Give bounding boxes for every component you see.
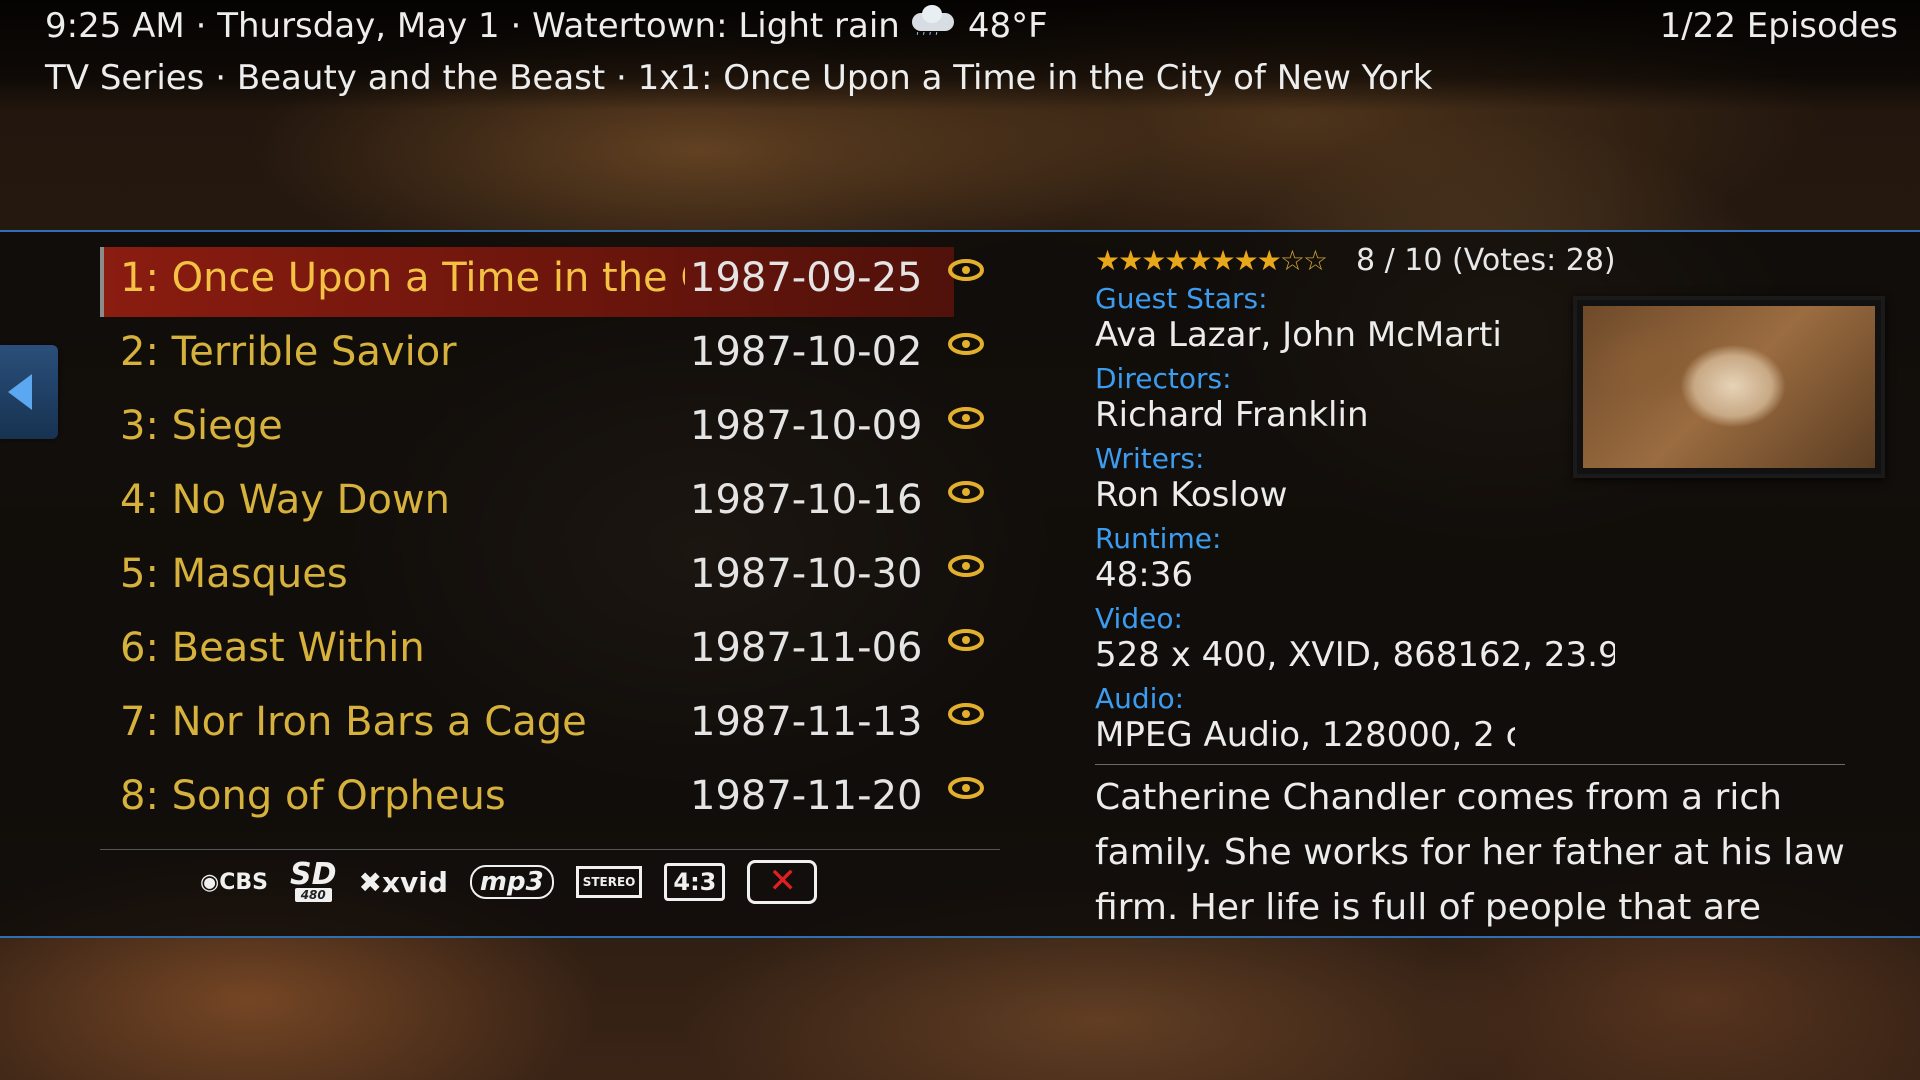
episode-thumbnail bbox=[1573, 296, 1885, 478]
rating-stars-icon: ★★★★★★★★☆☆ bbox=[1095, 244, 1328, 277]
episode-row-2[interactable]: 2: Terrible Savior 1987-10-02 bbox=[100, 319, 1000, 393]
episode-date: 1987-11-06 bbox=[690, 625, 923, 671]
no-subtitles-icon bbox=[747, 860, 818, 904]
episode-title: 8: Song of Orpheus bbox=[120, 773, 506, 819]
watched-eye-icon bbox=[948, 629, 984, 651]
video-codec-flag: ✖xvid bbox=[358, 865, 448, 899]
episode-date: 1987-10-16 bbox=[690, 477, 923, 523]
list-divider bbox=[100, 849, 1000, 850]
episode-date: 1987-11-13 bbox=[690, 699, 923, 745]
episode-title: 6: Beast Within bbox=[120, 625, 425, 671]
episode-row-6[interactable]: 6: Beast Within 1987-11-06 bbox=[100, 615, 1000, 689]
audio-codec-flag: mp3 bbox=[469, 865, 554, 899]
episode-row-5[interactable]: 5: Masques 1987-10-30 bbox=[100, 541, 1000, 615]
episode-date: 1987-10-09 bbox=[690, 403, 923, 449]
video-info: Video: 528 x 400, XVID, 868162, 23.976 f… bbox=[1095, 602, 1615, 674]
date: Thursday, May 1 bbox=[217, 6, 500, 46]
episode-title: 1: Once Upon a Time in the City of New Y… bbox=[120, 255, 685, 301]
resolution-flag: SD 480 bbox=[289, 857, 337, 902]
status-line: 9:25 AM · Thursday, May 1 · Watertown: L… bbox=[45, 5, 1048, 46]
episode-title: 4: No Way Down bbox=[120, 477, 450, 523]
episode-row-7[interactable]: 7: Nor Iron Bars a Cage 1987-11-13 bbox=[100, 689, 1000, 763]
audio-channels-flag: STEREO bbox=[575, 866, 643, 898]
writers: Writers: Ron Koslow bbox=[1095, 442, 1288, 514]
episode-row-3[interactable]: 3: Siege 1987-10-09 bbox=[100, 393, 1000, 467]
side-menu-arrow[interactable] bbox=[0, 345, 58, 439]
episode-row-1[interactable]: 1: Once Upon a Time in the City of New Y… bbox=[100, 245, 1000, 319]
rating-text: 8 / 10 (Votes: 28) bbox=[1356, 243, 1616, 278]
aspect-ratio-flag: 4:3 bbox=[664, 863, 726, 901]
plot-summary: Catherine Chandler comes from a rich fam… bbox=[1095, 777, 1845, 928]
episode-date: 1987-10-02 bbox=[690, 329, 923, 375]
temperature: 48°F bbox=[967, 6, 1048, 46]
episode-list[interactable]: 1: Once Upon a Time in the City of New Y… bbox=[100, 245, 1000, 837]
clock: 9:25 AM bbox=[45, 6, 185, 46]
rating: ★★★★★★★★☆☆ 8 / 10 (Votes: 28) bbox=[1095, 243, 1616, 278]
media-flags: ◉CBS SD 480 ✖xvid mp3 STEREO 4:3 bbox=[200, 857, 818, 906]
directors: Directors: Richard Franklin bbox=[1095, 362, 1369, 434]
episode-date: 1987-11-20 bbox=[690, 773, 923, 819]
episode-title: 2: Terrible Savior bbox=[120, 329, 457, 375]
guest-stars: Guest Stars: Ava Lazar, John McMarti bbox=[1095, 282, 1502, 354]
top-bar: 9:25 AM · Thursday, May 1 · Watertown: L… bbox=[0, 0, 1920, 110]
episode-title: 7: Nor Iron Bars a Cage bbox=[120, 699, 587, 745]
episode-row-8[interactable]: 8: Song of Orpheus 1987-11-20 bbox=[100, 763, 1000, 837]
episode-title: 5: Masques bbox=[120, 551, 348, 597]
watched-eye-icon bbox=[948, 777, 984, 799]
weather-location: Watertown: Light rain bbox=[532, 6, 900, 46]
episode-date: 1987-09-25 bbox=[690, 255, 923, 301]
runtime: Runtime: 48:36 bbox=[1095, 522, 1222, 594]
breadcrumb: TV Series · Beauty and the Beast · 1x1: … bbox=[45, 58, 1433, 98]
watched-eye-icon bbox=[948, 481, 984, 503]
audio-info: Audio: MPEG Audio, 128000, 2 ch bbox=[1095, 682, 1515, 754]
watched-eye-icon bbox=[948, 703, 984, 725]
plot-divider bbox=[1095, 764, 1845, 765]
episode-row-4[interactable]: 4: No Way Down 1987-10-16 bbox=[100, 467, 1000, 541]
episodes-count: 1/22 Episodes bbox=[1659, 6, 1898, 46]
episode-title: 3: Siege bbox=[120, 403, 283, 449]
watched-eye-icon bbox=[948, 259, 984, 281]
studio-logo: ◉CBS bbox=[200, 869, 268, 895]
watched-eye-icon bbox=[948, 407, 984, 429]
watched-eye-icon bbox=[948, 333, 984, 355]
episode-details: Guest Stars: Ava Lazar, John McMarti Dir… bbox=[1095, 282, 1615, 762]
thumbnail-image bbox=[1583, 306, 1875, 468]
watched-eye-icon bbox=[948, 555, 984, 577]
arrow-left-icon bbox=[8, 374, 32, 410]
rain-cloud-icon: ʹʹʹʹ bbox=[908, 5, 958, 44]
episode-date: 1987-10-30 bbox=[690, 551, 923, 597]
